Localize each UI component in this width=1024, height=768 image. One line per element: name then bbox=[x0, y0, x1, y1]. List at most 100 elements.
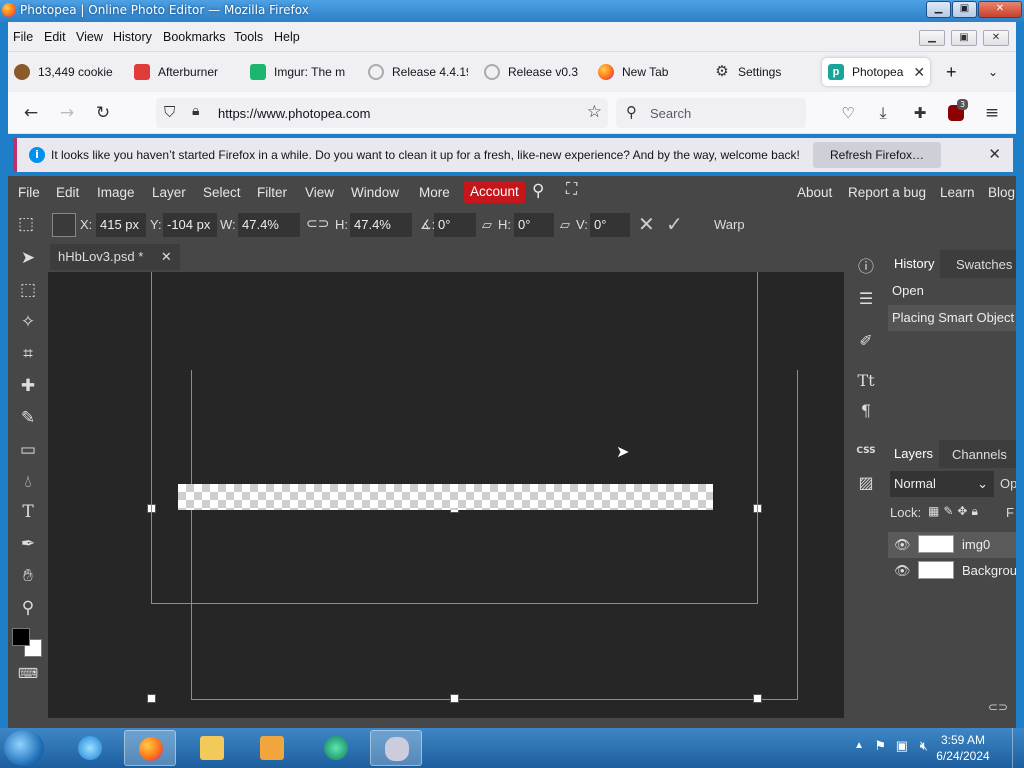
search-bar[interactable]: ⚲ Search bbox=[616, 98, 806, 128]
tab-new-tab[interactable]: New Tab bbox=[598, 58, 698, 86]
y-input[interactable]: -104 px bbox=[163, 213, 217, 237]
history-tab[interactable]: History bbox=[888, 250, 941, 278]
x-input[interactable]: 415 px bbox=[96, 213, 146, 237]
reload-button[interactable]: ↻ bbox=[92, 102, 114, 124]
width-input[interactable]: 47.4% bbox=[238, 213, 300, 237]
pen-tool-icon[interactable]: ✒ bbox=[16, 532, 40, 556]
taskbar-mouse-app[interactable] bbox=[370, 730, 422, 766]
pp-about-link[interactable]: About bbox=[797, 185, 832, 200]
bookmark-star-icon[interactable]: ☆ bbox=[587, 102, 602, 122]
menu-history[interactable]: History bbox=[113, 30, 152, 44]
pp-learn-link[interactable]: Learn bbox=[940, 185, 975, 200]
pp-menu-view[interactable]: View bbox=[305, 185, 334, 200]
text-tool-icon[interactable]: T bbox=[16, 500, 40, 524]
network-icon[interactable]: ▣ bbox=[896, 738, 908, 754]
pp-report-bug-link[interactable]: Report a bug bbox=[848, 185, 926, 200]
css-icon[interactable]: CSS bbox=[850, 436, 882, 466]
pp-menu-more[interactable]: More bbox=[419, 185, 450, 200]
pp-menu-image[interactable]: Image bbox=[97, 185, 135, 200]
paragraph-icon[interactable]: ¶ bbox=[850, 396, 882, 426]
blend-mode-select[interactable]: Normal ⌄ bbox=[890, 471, 994, 497]
menu-edit[interactable]: Edit bbox=[44, 30, 66, 44]
refresh-firefox-button[interactable]: Refresh Firefox… bbox=[813, 142, 941, 168]
taskbar-media[interactable] bbox=[246, 730, 298, 766]
inner-close-button[interactable]: ✕ bbox=[983, 30, 1009, 46]
extensions-icon[interactable]: ✚ bbox=[909, 102, 931, 124]
tab-afterburner[interactable]: Afterburner bbox=[134, 58, 239, 86]
zoom-tool-icon[interactable]: ⚲ bbox=[16, 596, 40, 620]
layer-row[interactable]: 👁︎ Backgrou bbox=[888, 558, 1016, 584]
pp-menu-edit[interactable]: Edit bbox=[56, 185, 79, 200]
pp-menu-file[interactable]: File bbox=[18, 185, 40, 200]
minimize-button[interactable]: ▁ bbox=[926, 1, 951, 18]
foreground-color-swatch[interactable] bbox=[12, 628, 30, 646]
transform-handle[interactable] bbox=[753, 504, 762, 513]
link-layers-icon[interactable]: ⊂⊃ bbox=[988, 700, 1008, 714]
magic-wand-icon[interactable]: ✧ bbox=[16, 310, 40, 334]
warp-button[interactable]: Warp bbox=[714, 217, 745, 232]
pp-menu-select[interactable]: Select bbox=[203, 185, 241, 200]
tab-release-4[interactable]: Release 4.4.19 bbox=[368, 58, 468, 86]
notification-close-icon[interactable]: ✕ bbox=[988, 145, 1001, 163]
menu-bookmarks[interactable]: Bookmarks bbox=[163, 30, 226, 44]
commit-transform-icon[interactable]: ✓ bbox=[666, 212, 683, 237]
image-icon[interactable]: ▨ bbox=[850, 468, 882, 498]
flag-icon[interactable]: ⚑ bbox=[874, 738, 886, 754]
account-button[interactable]: Account bbox=[464, 181, 525, 203]
layers-tab[interactable]: Layers bbox=[888, 440, 940, 468]
skew-v-input[interactable]: 0° bbox=[590, 213, 630, 237]
search-icon[interactable]: ⚲ bbox=[532, 181, 544, 201]
tray-expand-icon[interactable]: ▲ bbox=[854, 740, 864, 751]
lock-icon[interactable]: 🔒︎ bbox=[192, 103, 199, 119]
url-text[interactable]: https://www.photopea.com bbox=[218, 106, 370, 121]
healing-tool-icon[interactable]: ✚ bbox=[16, 374, 40, 398]
pp-menu-window[interactable]: Window bbox=[351, 185, 399, 200]
menu-help[interactable]: Help bbox=[274, 30, 300, 44]
cancel-transform-icon[interactable]: ✕ bbox=[638, 212, 655, 237]
document-close-icon[interactable]: ✕ bbox=[161, 249, 172, 264]
volume-icon[interactable]: 🔇︎ bbox=[920, 738, 928, 754]
pp-menu-filter[interactable]: Filter bbox=[257, 185, 287, 200]
transform-bounding-box[interactable] bbox=[191, 370, 798, 700]
gradient-tool-icon[interactable]: ▭ bbox=[16, 438, 40, 462]
history-item[interactable]: Open bbox=[888, 278, 1016, 304]
angle-input[interactable]: 0° bbox=[434, 213, 476, 237]
close-button[interactable]: ✕ bbox=[978, 1, 1022, 18]
pp-blog-link[interactable]: Blog bbox=[988, 185, 1015, 200]
menu-tools[interactable]: Tools bbox=[234, 30, 263, 44]
back-button[interactable]: ← bbox=[20, 102, 42, 124]
adjust-icon[interactable]: ☰ bbox=[850, 284, 882, 314]
menu-file[interactable]: File bbox=[13, 30, 33, 44]
hamburger-menu-icon[interactable]: ≡ bbox=[981, 102, 1003, 124]
forward-button[interactable]: → bbox=[56, 102, 78, 124]
inner-restore-button[interactable]: ▣ bbox=[951, 30, 977, 46]
transform-tool-icon[interactable]: ⬚ bbox=[18, 214, 34, 234]
pp-menu-layer[interactable]: Layer bbox=[152, 185, 186, 200]
taskbar-app[interactable] bbox=[310, 730, 362, 766]
lock-options-icon[interactable]: ▦✎✥🔒︎ bbox=[928, 504, 982, 519]
start-button[interactable] bbox=[4, 730, 44, 766]
menu-view[interactable]: View bbox=[76, 30, 103, 44]
new-tab-button[interactable]: + bbox=[946, 58, 966, 86]
tab-cookie[interactable]: 13,449 cookie bbox=[14, 58, 122, 86]
crop-tool-icon[interactable]: ⌗ bbox=[16, 342, 40, 366]
fullscreen-icon[interactable]: ⛶ bbox=[566, 181, 577, 199]
tab-settings[interactable]: ⚙ Settings bbox=[714, 58, 814, 86]
taskbar-firefox[interactable] bbox=[124, 730, 176, 766]
taskbar-explorer[interactable] bbox=[186, 730, 238, 766]
document-tab[interactable]: hHbLov3.psd * ✕ bbox=[50, 244, 180, 270]
pocket-icon[interactable]: ♡ bbox=[837, 102, 859, 124]
reference-point-icon[interactable] bbox=[52, 213, 76, 237]
clock[interactable]: 3:59 AM 6/24/2024 bbox=[928, 732, 998, 764]
transform-handle[interactable] bbox=[147, 504, 156, 513]
eye-icon[interactable]: 👁︎ bbox=[894, 532, 911, 558]
transform-handle[interactable] bbox=[450, 694, 459, 703]
canvas-area[interactable] bbox=[48, 272, 844, 718]
tab-imgur[interactable]: Imgur: The m bbox=[250, 58, 356, 86]
list-all-tabs-button[interactable]: ⌄ bbox=[988, 58, 1008, 86]
eye-icon[interactable]: 👁︎ bbox=[894, 558, 911, 584]
keyboard-icon[interactable]: ⌨ bbox=[16, 662, 40, 686]
shield-icon[interactable]: ⛉ bbox=[164, 103, 175, 121]
taskbar-ie[interactable] bbox=[64, 730, 116, 766]
ublock-icon[interactable]: 3 bbox=[945, 99, 969, 124]
